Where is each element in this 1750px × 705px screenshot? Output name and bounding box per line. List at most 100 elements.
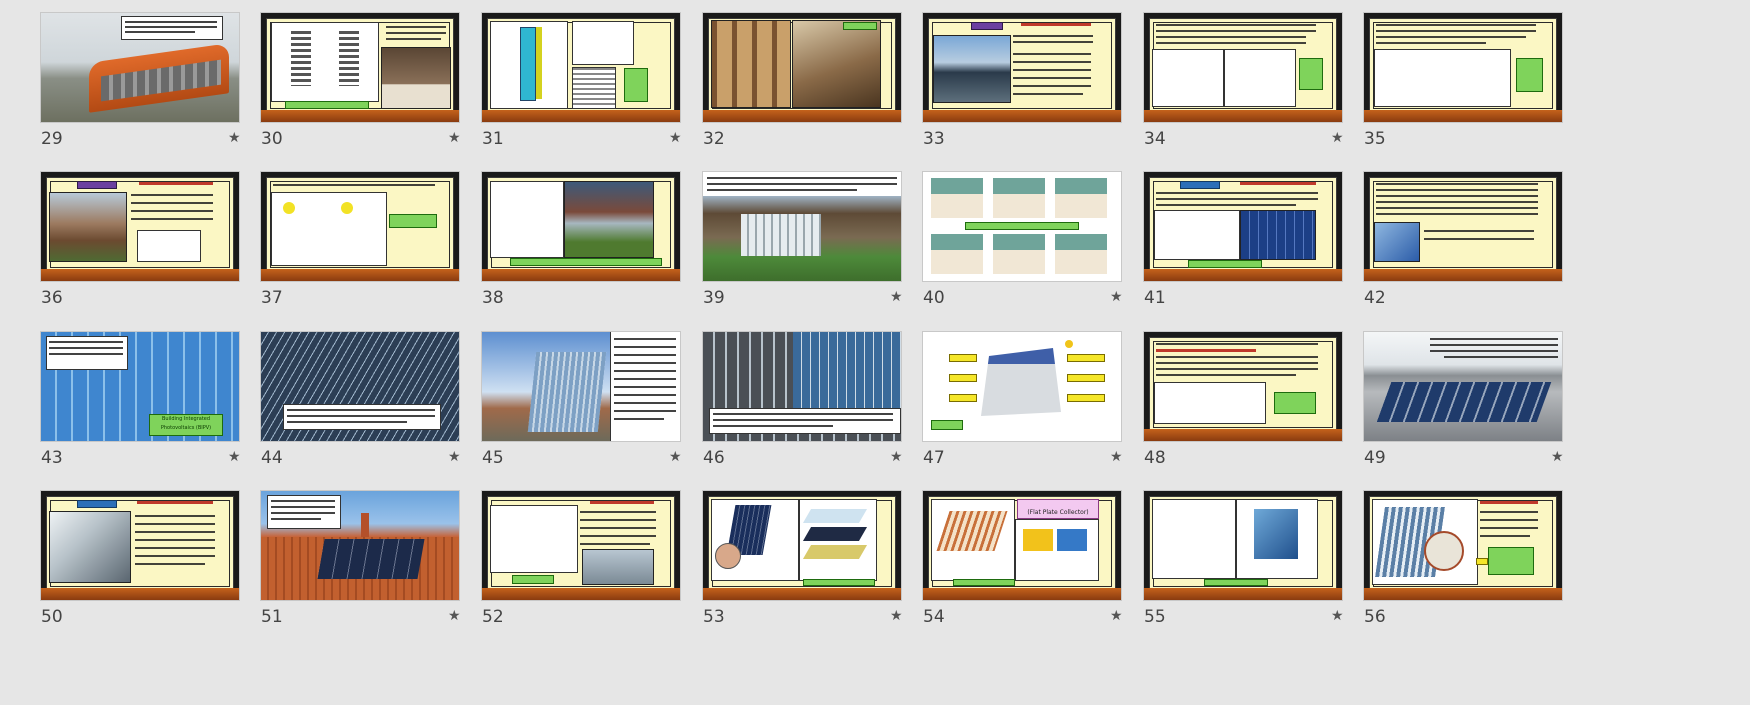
slide-preview	[481, 12, 681, 123]
slide-thumbnail-35[interactable]: 35	[1363, 12, 1565, 162]
slide-preview	[40, 12, 240, 123]
slide-preview	[1143, 171, 1343, 282]
star-icon[interactable]: ★	[890, 289, 903, 305]
slide-number: 32	[703, 129, 725, 149]
slide-thumbnail-32[interactable]: 32	[702, 12, 904, 162]
slide-number: 49	[1364, 448, 1386, 468]
slide-thumbnail-46[interactable]: 46 ★	[702, 331, 904, 481]
star-icon[interactable]: ★	[1551, 449, 1564, 465]
slide-number: 53	[703, 607, 725, 627]
slide-thumbnail-41[interactable]: 41	[1143, 171, 1345, 321]
slide-preview	[260, 171, 460, 282]
slide-thumbnail-36[interactable]: 36	[40, 171, 242, 321]
slide-number: 31	[482, 129, 504, 149]
slide-thumbnail-53[interactable]: 53 ★	[702, 490, 904, 640]
slide-thumbnail-45[interactable]: 45 ★	[481, 331, 683, 481]
slide-preview	[260, 331, 460, 442]
star-icon[interactable]: ★	[448, 130, 461, 146]
slide-thumbnail-33[interactable]: 33	[922, 12, 1124, 162]
slide-thumbnail-52[interactable]: 52	[481, 490, 683, 640]
slide-number: 54	[923, 607, 945, 627]
slide-thumbnail-39[interactable]: 39 ★	[702, 171, 904, 321]
slide-preview	[260, 490, 460, 601]
slide-thumbnail-47[interactable]: 47 ★	[922, 331, 1124, 481]
star-icon[interactable]: ★	[1110, 449, 1123, 465]
slide-number: 40	[923, 288, 945, 308]
slide-number: 56	[1364, 607, 1386, 627]
slide-thumbnail-54[interactable]: (Flat Plate Collector) 54 ★	[922, 490, 1124, 640]
star-icon[interactable]: ★	[890, 449, 903, 465]
slide-number: 50	[41, 607, 63, 627]
slide-number: 55	[1144, 607, 1166, 627]
slide-number: 35	[1364, 129, 1386, 149]
star-icon[interactable]: ★	[669, 130, 682, 146]
bipv-label: Building Integrated Photovoltaics (BIPV)	[149, 414, 223, 436]
star-icon[interactable]: ★	[1110, 608, 1123, 624]
slide-thumbnail-51[interactable]: 51 ★	[260, 490, 462, 640]
slide-number: 38	[482, 288, 504, 308]
slide-preview	[40, 490, 240, 601]
slide-number: 51	[261, 607, 283, 627]
slide-preview	[702, 12, 902, 123]
slide-thumbnail-43[interactable]: Building Integrated Photovoltaics (BIPV)…	[40, 331, 242, 481]
slide-preview	[1363, 331, 1563, 442]
slide-thumbnail-31[interactable]: 31 ★	[481, 12, 683, 162]
slide-thumbnail-29[interactable]: 29 ★	[40, 12, 242, 162]
slide-preview	[922, 12, 1122, 123]
slide-number: 44	[261, 448, 283, 468]
slide-number: 37	[261, 288, 283, 308]
slide-preview	[1143, 331, 1343, 442]
star-icon[interactable]: ★	[669, 449, 682, 465]
slide-preview	[481, 490, 681, 601]
slide-preview	[481, 171, 681, 282]
slide-preview	[260, 12, 460, 123]
slide-thumbnail-55[interactable]: 55 ★	[1143, 490, 1345, 640]
slide-thumbnail-42[interactable]: 42	[1363, 171, 1565, 321]
slide-preview	[1143, 490, 1343, 601]
slide-number: 36	[41, 288, 63, 308]
slide-number: 39	[703, 288, 725, 308]
slide-preview	[1143, 12, 1343, 123]
star-icon[interactable]: ★	[890, 608, 903, 624]
slide-number: 45	[482, 448, 504, 468]
slide-thumbnail-37[interactable]: 37	[260, 171, 462, 321]
slide-thumbnail-44[interactable]: 44 ★	[260, 331, 462, 481]
slide-number: 33	[923, 129, 945, 149]
slide-preview	[922, 331, 1122, 442]
slide-number: 30	[261, 129, 283, 149]
star-icon[interactable]: ★	[1110, 289, 1123, 305]
slide-preview	[702, 331, 902, 442]
slide-thumbnail-48[interactable]: 48	[1143, 331, 1345, 481]
slide-number: 43	[41, 448, 63, 468]
slide-preview: Building Integrated Photovoltaics (BIPV)	[40, 331, 240, 442]
slide-preview	[40, 171, 240, 282]
star-icon[interactable]: ★	[1331, 608, 1344, 624]
slide-preview	[1363, 171, 1563, 282]
slide-number: 46	[703, 448, 725, 468]
slide-thumbnail-40[interactable]: 40 ★	[922, 171, 1124, 321]
slide-preview	[922, 171, 1122, 282]
slide-thumbnail-38[interactable]: 38	[481, 171, 683, 321]
slide-thumbnail-49[interactable]: 49 ★	[1363, 331, 1565, 481]
slide-preview	[702, 490, 902, 601]
slide-number: 42	[1364, 288, 1386, 308]
slide-thumbnail-30[interactable]: 30 ★	[260, 12, 462, 162]
slide-preview	[481, 331, 681, 442]
star-icon[interactable]: ★	[228, 130, 241, 146]
star-icon[interactable]: ★	[228, 449, 241, 465]
slide-number: 29	[41, 129, 63, 149]
slide-preview	[702, 171, 902, 282]
slide-number: 52	[482, 607, 504, 627]
slide-preview	[1363, 12, 1563, 123]
slide-thumbnail-34[interactable]: 34 ★	[1143, 12, 1345, 162]
star-icon[interactable]: ★	[448, 608, 461, 624]
slide-number: 47	[923, 448, 945, 468]
slide-preview	[1363, 490, 1563, 601]
slide-thumbnail-50[interactable]: 50	[40, 490, 242, 640]
slide-thumbnail-56[interactable]: 56	[1363, 490, 1565, 640]
star-icon[interactable]: ★	[448, 449, 461, 465]
star-icon[interactable]: ★	[1331, 130, 1344, 146]
slide-preview: (Flat Plate Collector)	[922, 490, 1122, 601]
slide-sorter: 29 ★ 30 ★ 31 ★ 32 33 34 ★ 35 36 37 38 39…	[0, 0, 1750, 705]
flat-plate-title: (Flat Plate Collector)	[1017, 499, 1099, 519]
